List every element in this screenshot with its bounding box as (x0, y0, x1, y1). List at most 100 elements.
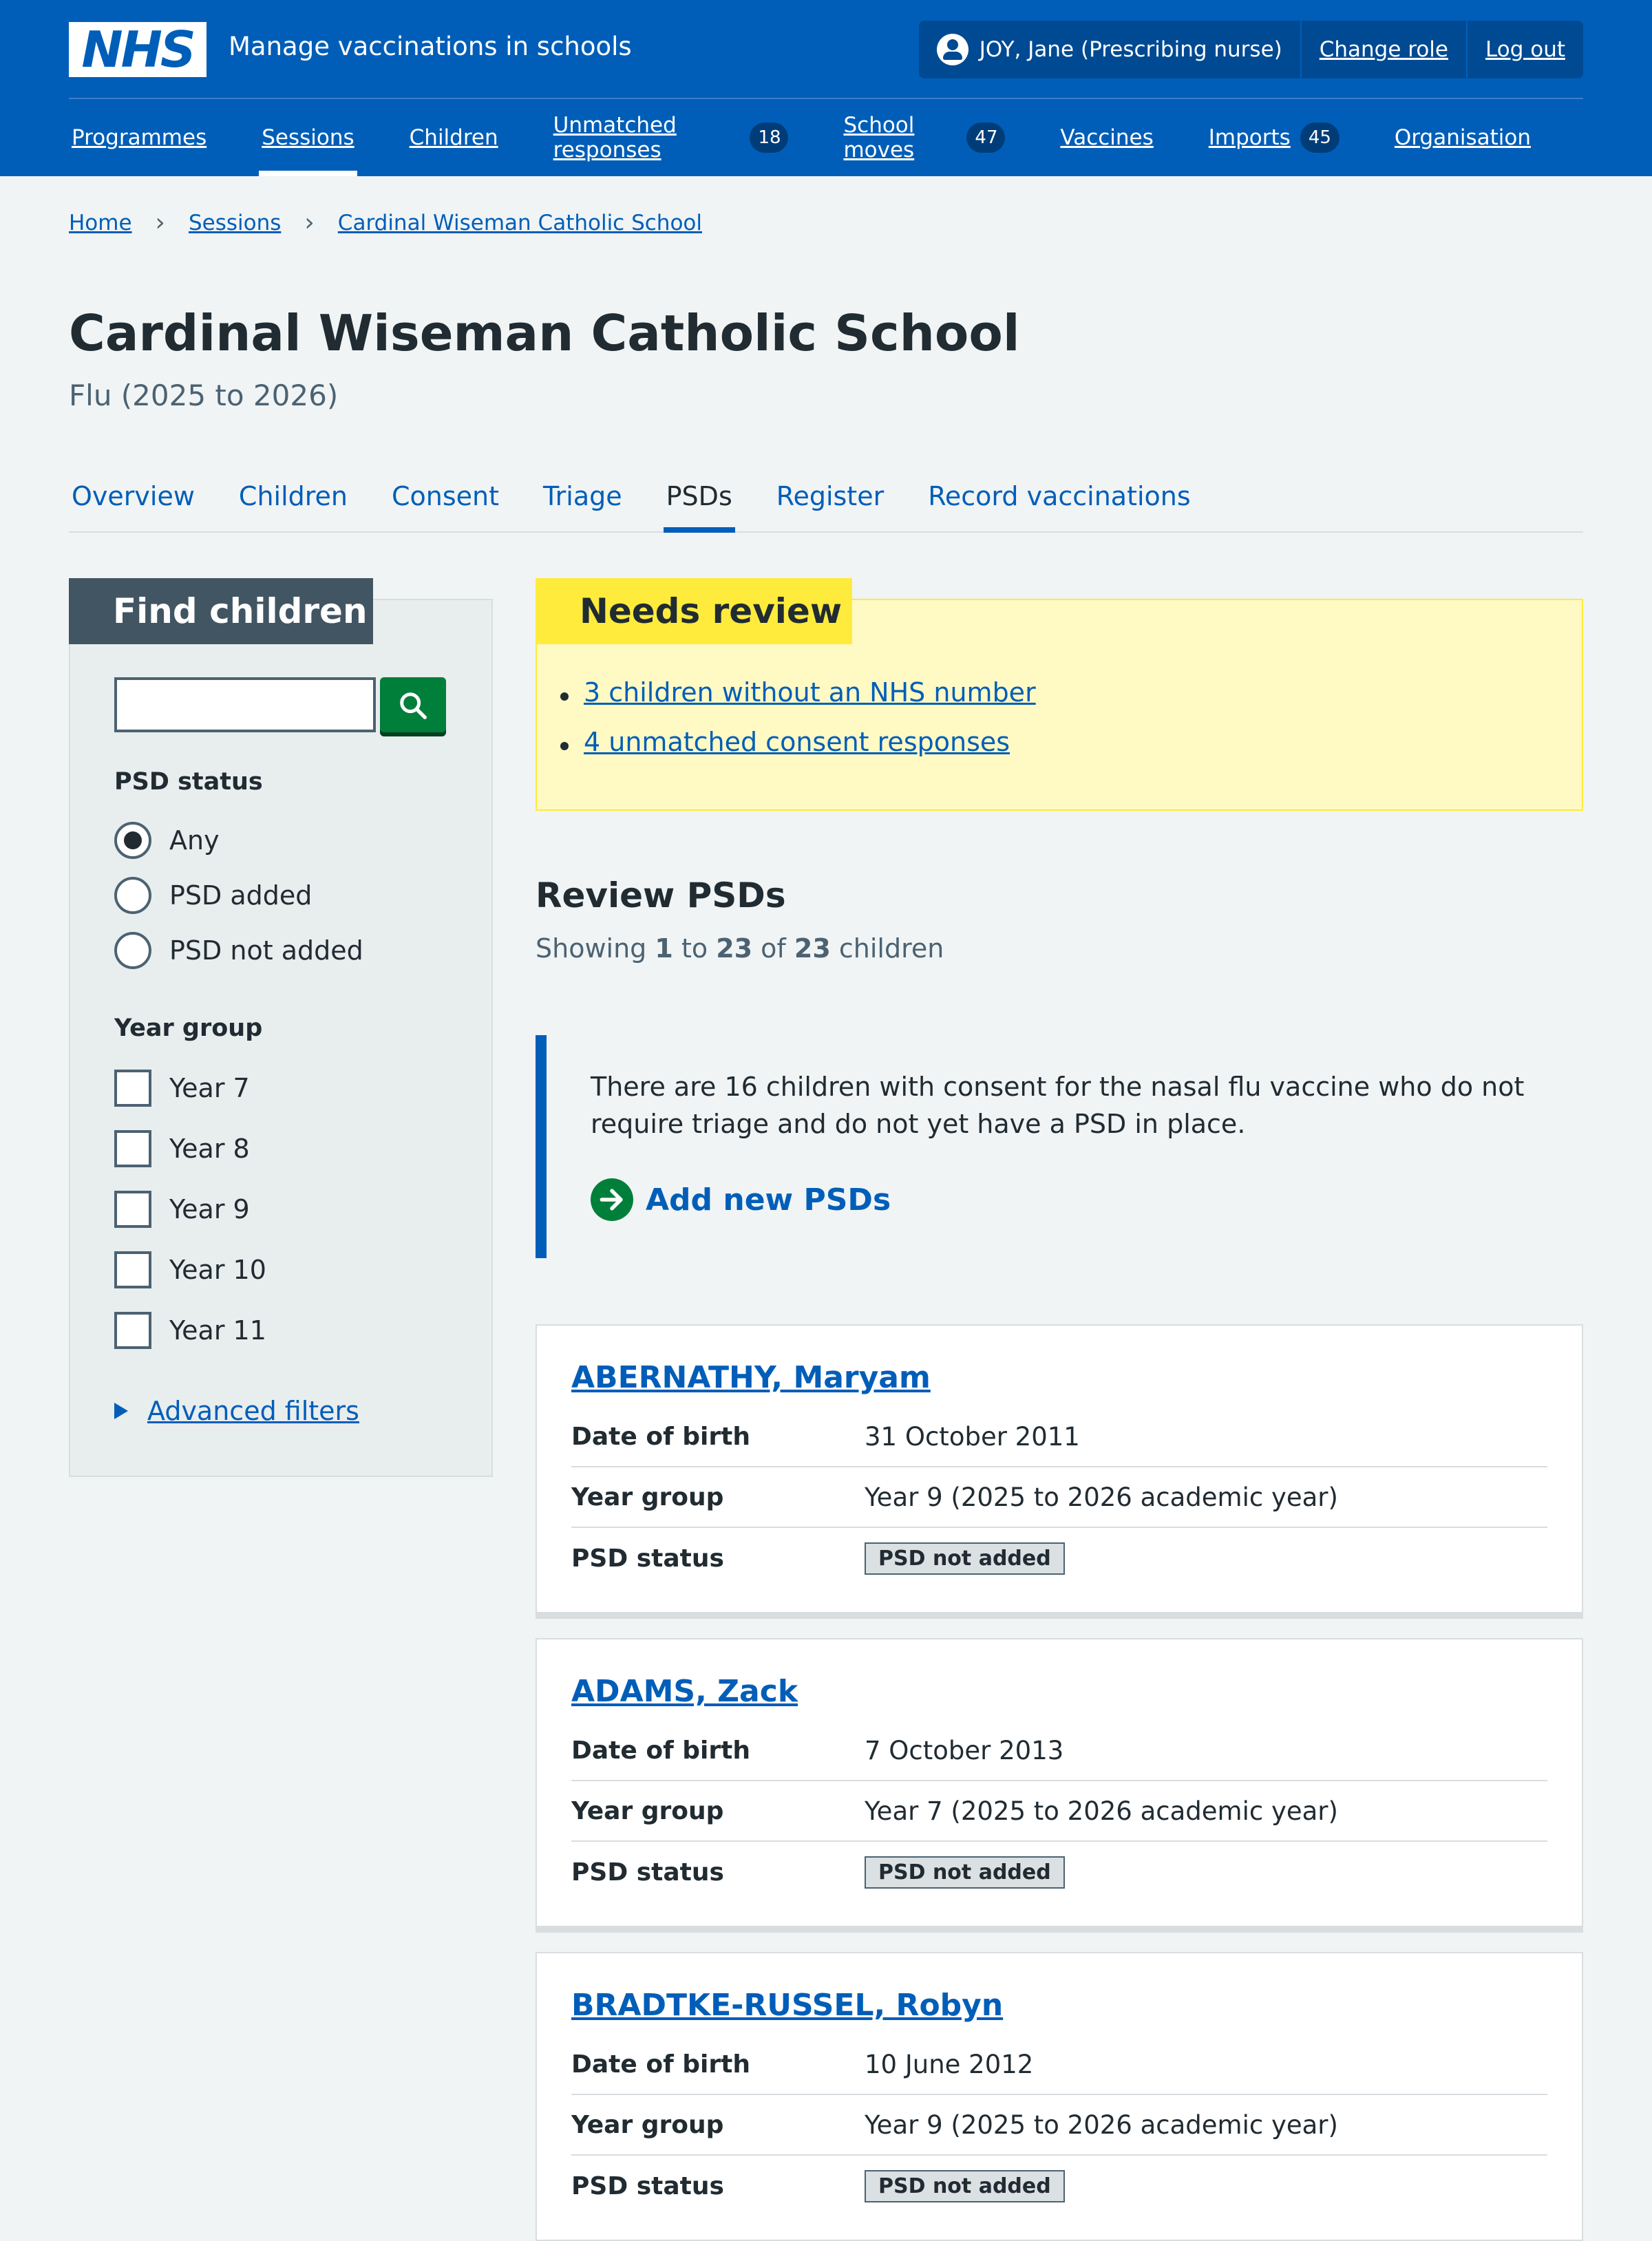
tab-psds[interactable]: PSDs (663, 461, 735, 533)
search-button[interactable] (380, 677, 446, 732)
inset-text: There are 16 children with consent for t… (536, 1035, 1583, 1258)
dob-label: Date of birth (571, 2050, 750, 2079)
breadcrumb-home[interactable]: Home (69, 211, 132, 235)
checkbox-icon[interactable] (114, 1130, 151, 1167)
child-name-link[interactable]: ABERNATHY, Maryam (571, 1360, 931, 1395)
psd-radio-not-added[interactable]: PSD not added (114, 932, 363, 969)
checkbox-icon[interactable] (114, 1312, 151, 1349)
filter-heading: Find children (69, 578, 373, 644)
year-checkbox-11[interactable]: Year 11 (114, 1312, 266, 1349)
psd-radio-any[interactable]: Any (114, 822, 220, 859)
nav-school-moves-link[interactable]: School moves (843, 113, 957, 162)
nav-unmatched-responses[interactable]: Unmatched responses 18 (551, 99, 792, 176)
nav-imports-link[interactable]: Imports (1209, 125, 1291, 150)
nhs-logo-text: NHS (81, 21, 195, 78)
account-user: JOY, Jane (Prescribing nurse) (919, 21, 1300, 78)
nav-programmes[interactable]: Programmes (69, 99, 209, 176)
page-caption: Flu (2025 to 2026) (69, 379, 339, 412)
results-from: 1 (655, 933, 673, 964)
year-group-row: Year group Year 7 (2025 to 2026 academic… (571, 1781, 1547, 1842)
review-psds-title: Review PSDs (536, 875, 786, 915)
psd-status-row: PSD status PSD not added (571, 1842, 1547, 1902)
year-group-value: Year 7 (2025 to 2026 academic year) (865, 1796, 1338, 1826)
year-group-value: Year 9 (2025 to 2026 academic year) (865, 2110, 1338, 2140)
nav-children[interactable]: Children (407, 99, 501, 176)
year-group-title: Year group (114, 1015, 263, 1042)
tab-consent[interactable]: Consent (389, 461, 502, 531)
primary-navigation: Programmes Sessions Children Unmatched r… (69, 99, 1583, 176)
results-of-word: of (761, 933, 786, 964)
breadcrumb-school[interactable]: Cardinal Wiseman Catholic School (338, 211, 702, 235)
search-icon (400, 692, 427, 719)
year-checkbox-7[interactable]: Year 7 (114, 1070, 250, 1107)
nhs-logo[interactable]: NHS (69, 22, 206, 77)
log-out-item: Log out (1466, 21, 1583, 78)
child-name-link[interactable]: BRADTKE-RUSSEL, Robyn (571, 1988, 1003, 2023)
checkbox-icon[interactable] (114, 1191, 151, 1228)
year-checkbox-8[interactable]: Year 8 (114, 1130, 250, 1167)
nav-vaccines[interactable]: Vaccines (1057, 99, 1156, 176)
session-tabs: Overview Children Consent Triage PSDs Re… (69, 461, 1583, 533)
year-group-row: Year group Year 9 (2025 to 2026 academic… (571, 1467, 1547, 1528)
nav-organisation-link[interactable]: Organisation (1395, 125, 1531, 150)
nav-sessions[interactable]: Sessions (259, 99, 358, 176)
year-group-label: Year group (571, 1796, 724, 1825)
add-new-psds-action[interactable]: Add new PSDs (591, 1178, 891, 1221)
tab-register[interactable]: Register (774, 461, 887, 531)
checkbox-label: Year 7 (169, 1073, 250, 1103)
results-total: 23 (794, 933, 831, 964)
nav-school-moves[interactable]: School moves 47 (840, 99, 1008, 176)
dob-label: Date of birth (571, 1422, 750, 1451)
psd-status-label: PSD status (571, 2171, 724, 2200)
nav-organisation[interactable]: Organisation (1392, 99, 1534, 176)
child-name-link[interactable]: ADAMS, Zack (571, 1674, 798, 1709)
page-title: Cardinal Wiseman Catholic School (69, 304, 1020, 362)
dob-row: Date of birth 7 October 2013 (571, 1721, 1547, 1781)
nav-sessions-link[interactable]: Sessions (262, 125, 354, 150)
search-input[interactable] (114, 677, 376, 732)
tab-overview[interactable]: Overview (69, 461, 198, 531)
unmatched-responses-count: 18 (750, 123, 789, 153)
advanced-filters-link[interactable]: Advanced filters (147, 1396, 359, 1426)
add-new-psds-label[interactable]: Add new PSDs (646, 1182, 891, 1218)
year-checkbox-9[interactable]: Year 9 (114, 1191, 250, 1228)
dob-row: Date of birth 10 June 2012 (571, 2035, 1547, 2095)
no-nhs-number-link[interactable]: 3 children without an NHS number (584, 677, 1036, 708)
log-out-link[interactable]: Log out (1485, 37, 1565, 62)
nav-unmatched-responses-link[interactable]: Unmatched responses (553, 113, 741, 162)
unmatched-consent-link[interactable]: 4 unmatched consent responses (584, 727, 1010, 757)
results-to: 23 (716, 933, 753, 964)
radio-icon[interactable] (114, 877, 151, 914)
breadcrumb: Home › Sessions › Cardinal Wiseman Catho… (69, 211, 702, 236)
checkbox-icon[interactable] (114, 1251, 151, 1288)
nav-children-link[interactable]: Children (410, 125, 498, 150)
radio-selected-icon[interactable] (114, 822, 151, 859)
dob-row: Date of birth 31 October 2011 (571, 1407, 1547, 1467)
tab-children[interactable]: Children (236, 461, 350, 531)
nav-vaccines-link[interactable]: Vaccines (1060, 125, 1153, 150)
list-item: 4 unmatched consent responses (560, 727, 1010, 757)
change-role-link[interactable]: Change role (1320, 37, 1448, 62)
year-checkbox-10[interactable]: Year 10 (114, 1251, 266, 1288)
breadcrumb-sessions[interactable]: Sessions (189, 211, 281, 235)
child-card: BRADTKE-RUSSEL, Robyn Date of birth 10 J… (536, 1952, 1583, 2241)
dob-value: 7 October 2013 (865, 1735, 1064, 1765)
nav-programmes-link[interactable]: Programmes (72, 125, 206, 150)
advanced-filters-toggle[interactable]: Advanced filters (114, 1396, 359, 1426)
nav-imports[interactable]: Imports 45 (1206, 99, 1342, 176)
psd-status-label: PSD status (571, 1544, 724, 1573)
service-name[interactable]: Manage vaccinations in schools (229, 32, 632, 61)
results-count: Showing 1 to 23 of 23 children (536, 933, 944, 964)
status-badge: PSD not added (865, 1856, 1065, 1889)
results-suffix: children (838, 933, 944, 964)
user-icon (936, 34, 968, 65)
radio-icon[interactable] (114, 932, 151, 969)
psd-status-label: PSD status (571, 1858, 724, 1887)
showing-prefix: Showing (536, 933, 647, 964)
checkbox-icon[interactable] (114, 1070, 151, 1107)
change-role-item: Change role (1300, 21, 1466, 78)
tab-triage[interactable]: Triage (540, 461, 625, 531)
psd-radio-added[interactable]: PSD added (114, 877, 312, 914)
account-menu: JOY, Jane (Prescribing nurse) Change rol… (918, 21, 1583, 78)
tab-record-vaccinations[interactable]: Record vaccinations (925, 461, 1193, 531)
